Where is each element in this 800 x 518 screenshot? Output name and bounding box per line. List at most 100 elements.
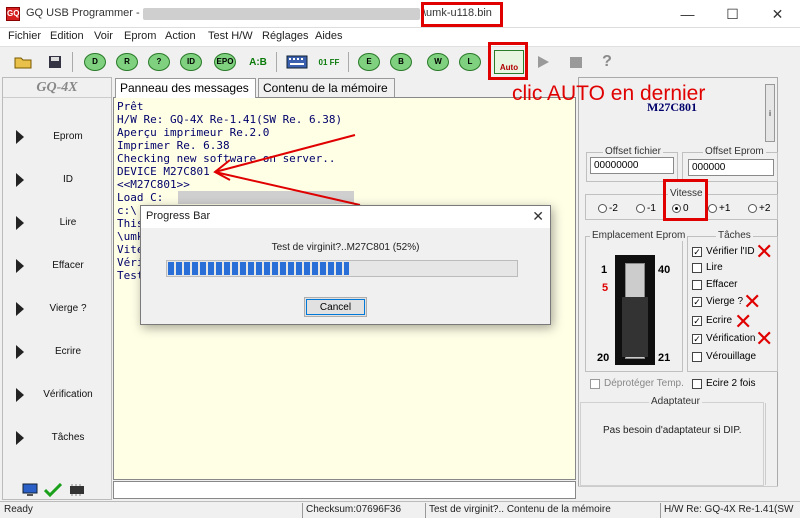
hex-button[interactable]: 01 FF <box>314 49 344 75</box>
save-icon[interactable] <box>42 49 68 75</box>
task-label: Vérifier l'ID <box>706 246 755 257</box>
play-arrow-icon <box>16 216 24 230</box>
info-button[interactable]: i <box>765 84 775 142</box>
nav-ecrire[interactable]: Ecrire <box>3 333 111 373</box>
offset-eprom-field[interactable]: 000000 <box>688 159 774 176</box>
toolbar-separator <box>276 52 277 72</box>
stop-icon[interactable] <box>563 49 589 75</box>
write-twice-checkbox[interactable]: Ecire 2 fois <box>692 378 755 389</box>
task-write[interactable]: ✓ Ecrire <box>692 315 732 326</box>
maximize-button[interactable]: ☐ <box>710 0 755 28</box>
blank-check-button[interactable]: ? <box>146 49 172 75</box>
status-message: Test de virginit?.. Contenu de la mémoir… <box>429 504 611 515</box>
radio-icon <box>598 204 607 213</box>
keyboard-icon[interactable] <box>284 49 310 75</box>
nav-eprom[interactable]: Eprom <box>3 118 111 158</box>
checkbox-checked-icon: ✓ <box>692 315 702 326</box>
speed-radio-minus1[interactable]: -1 <box>636 203 656 214</box>
toolbar-separator <box>348 52 349 72</box>
status-ready: Ready <box>4 504 33 515</box>
speed-radio-plus2[interactable]: +2 <box>748 203 770 214</box>
nav-id[interactable]: ID <box>3 161 111 201</box>
task-blank-check[interactable]: ✓ Vierge ? <box>692 296 743 307</box>
erase-button[interactable]: E <box>356 49 382 75</box>
id-button[interactable]: ID <box>178 49 204 75</box>
speed-radio-minus2[interactable]: -2 <box>598 203 618 214</box>
zif-socket <box>615 255 655 365</box>
command-input[interactable] <box>113 481 576 499</box>
radio-icon <box>708 204 717 213</box>
unprotect-label: Déprotéger Temp. <box>604 378 684 389</box>
console-line: Aperçu imprimeur Re.2.0 <box>117 126 270 139</box>
epo-button[interactable]: EPO <box>212 49 238 75</box>
menu-fichier[interactable]: Fichier <box>8 30 41 42</box>
play-arrow-icon <box>16 388 24 402</box>
lock-button[interactable]: L <box>457 49 483 75</box>
horizontal-scrollbar[interactable] <box>578 486 778 500</box>
status-divider <box>302 503 303 518</box>
menu-bar: Fichier Edition Voir Eprom Action Test H… <box>0 28 800 46</box>
tasks-label: Tâches <box>716 230 753 241</box>
offset-file-field[interactable]: 00000000 <box>590 157 674 174</box>
nav-taches[interactable]: Tâches <box>3 419 111 459</box>
menu-voir[interactable]: Voir <box>94 30 113 42</box>
menu-eprom[interactable]: Eprom <box>124 30 156 42</box>
progress-fill <box>168 262 349 275</box>
menu-test-hw[interactable]: Test H/W <box>208 30 253 42</box>
tab-messages[interactable]: Panneau des messages <box>115 78 256 98</box>
nav-verification[interactable]: Vérification <box>3 376 111 416</box>
erase-icon: E <box>358 53 380 71</box>
connection-status <box>2 480 112 500</box>
play-icon[interactable] <box>530 49 556 75</box>
task-verify[interactable]: ✓ Vérification <box>692 333 755 344</box>
compare-button[interactable]: A:B <box>244 49 272 75</box>
menu-action[interactable]: Action <box>165 30 196 42</box>
console-line: H/W Re: GQ-4X Re-1.41(SW Re. 6.38) <box>117 113 343 126</box>
read-button[interactable]: R <box>114 49 140 75</box>
unprotect-checkbox[interactable]: Déprotéger Temp. <box>590 378 684 389</box>
status-bar: Ready Checksum:07696F36 Test de virginit… <box>0 501 800 518</box>
menu-reglages[interactable]: Réglages <box>262 30 308 42</box>
app-icon: GQ <box>6 7 20 21</box>
console-line: Checking new software on server.. <box>117 152 336 165</box>
checkbox-icon <box>692 262 702 273</box>
nav-label: Vierge ? <box>49 303 87 314</box>
nav-label: Vérification <box>43 389 93 400</box>
nav-lire[interactable]: Lire <box>3 204 111 244</box>
radio-label: +2 <box>759 203 771 214</box>
tab-memory[interactable]: Contenu de la mémoire <box>258 78 395 97</box>
menu-aides[interactable]: Aides <box>315 30 343 42</box>
nav-label: ID <box>63 174 73 185</box>
dialog-close-button[interactable]: ✕ <box>532 208 544 225</box>
detect-button[interactable]: D <box>82 49 108 75</box>
task-read[interactable]: Lire <box>692 262 723 273</box>
console-line: Prêt <box>117 100 144 113</box>
write-icon: W <box>427 53 449 71</box>
task-label: Ecrire <box>706 315 733 326</box>
nav-effacer[interactable]: Effacer <box>3 247 111 287</box>
status-divider <box>425 503 426 518</box>
help-icon[interactable]: ? <box>594 49 620 75</box>
redacted-path <box>178 191 354 204</box>
blank-button[interactable]: B <box>388 49 414 75</box>
adapter-group: Adaptateur <box>580 396 764 486</box>
minimize-button[interactable]: — <box>665 0 710 28</box>
progress-dialog: Progress Bar ✕ Test de virginit?..M27C80… <box>140 205 551 325</box>
close-button[interactable]: ✕ <box>755 0 800 28</box>
vertical-scrollbar[interactable] <box>765 403 777 485</box>
write-button[interactable]: W <box>425 49 451 75</box>
task-lock[interactable]: Vérouillage <box>692 351 756 362</box>
brand-logo: GQ-4X <box>3 78 111 98</box>
nav-vierge[interactable]: Vierge ? <box>3 290 111 330</box>
console-line: Imprimer Re. 6.38 <box>117 139 230 152</box>
speed-radio-plus1[interactable]: +1 <box>708 203 730 214</box>
open-folder-icon[interactable] <box>10 49 36 75</box>
task-verify-id[interactable]: ✓ Vérifier l'ID <box>692 246 755 257</box>
play-arrow-icon <box>16 173 24 187</box>
task-erase[interactable]: Effacer <box>692 279 738 290</box>
cancel-button[interactable]: Cancel <box>304 297 367 317</box>
checkbox-icon <box>692 279 702 290</box>
checkbox-icon <box>692 351 702 362</box>
console-line: Load C: <box>117 191 164 204</box>
menu-edition[interactable]: Edition <box>50 30 84 42</box>
